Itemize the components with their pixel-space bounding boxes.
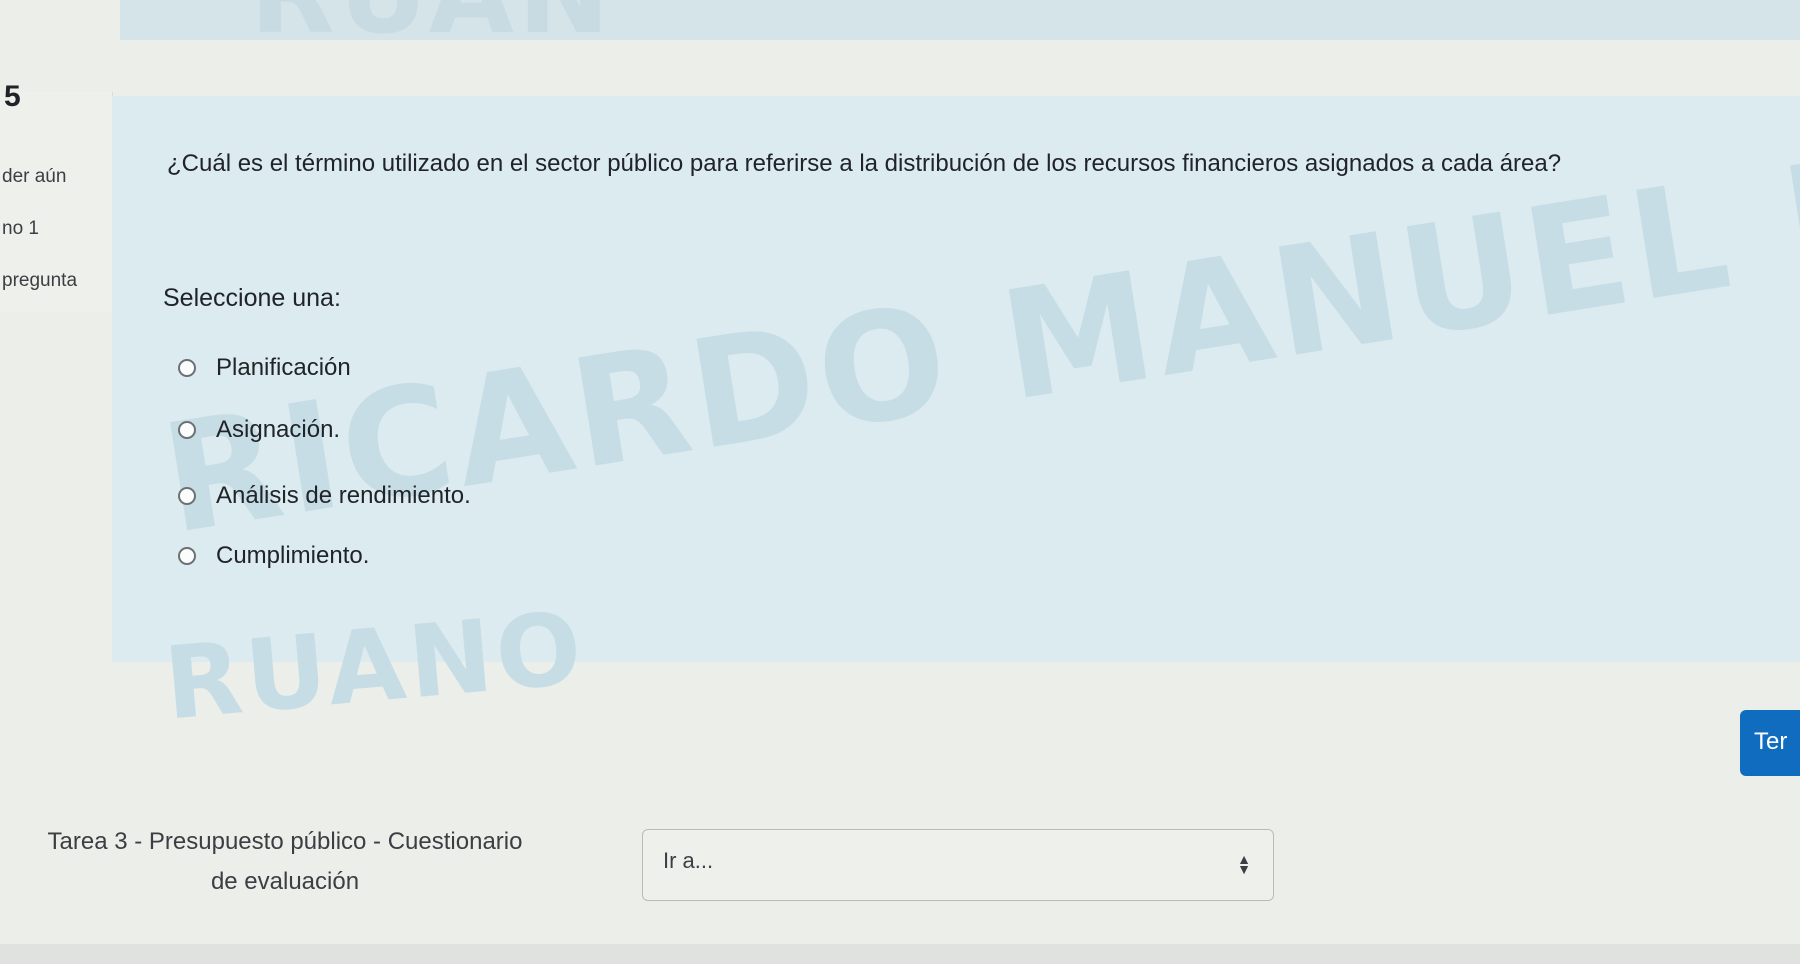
answer-option-analisis[interactable]: Análisis de rendimiento. <box>178 482 471 510</box>
answer-label[interactable]: Planificación <box>216 354 351 382</box>
flag-question-link[interactable]: pregunta <box>2 270 77 292</box>
previous-activity-line1[interactable]: Tarea 3 - Presupuesto público - Cuestion… <box>0 822 570 862</box>
question-mark: no 1 <box>2 218 39 239</box>
answer-option-asignacion[interactable]: Asignación. <box>178 416 340 444</box>
answer-prompt: Seleccione una: <box>163 284 341 312</box>
question-text: ¿Cuál es el término utilizado en el sect… <box>167 150 1562 177</box>
top-strip: RUAN <box>120 0 1800 58</box>
bottom-strip <box>0 944 1800 964</box>
question-state: der aún <box>2 166 67 187</box>
previous-activity-link[interactable]: Tarea 3 - Presupuesto público - Cuestion… <box>0 822 570 902</box>
radio-unchecked-icon[interactable] <box>178 547 196 565</box>
answer-label[interactable]: Cumplimiento. <box>216 542 369 570</box>
finish-attempt-button[interactable]: Ter <box>1740 710 1800 776</box>
answer-label[interactable]: Asignación. <box>216 416 340 444</box>
answer-label[interactable]: Análisis de rendimiento. <box>216 482 471 510</box>
jump-to-placeholder: Ir a... <box>663 848 714 873</box>
watermark-top: RUAN <box>250 0 614 58</box>
watermark-surname: RUANO <box>160 589 590 743</box>
previous-activity-line2[interactable]: de evaluación <box>0 862 570 902</box>
select-arrows-icon: ▲ ▼ <box>1237 851 1251 877</box>
question-formulation: RICARDO MANUEL IMBACUAN RUANO <box>112 0 1800 743</box>
question-number: 5 <box>4 80 21 113</box>
radio-unchecked-icon[interactable] <box>178 487 196 505</box>
answer-option-planificacion[interactable]: Planificación <box>178 354 351 382</box>
radio-unchecked-icon[interactable] <box>178 421 196 439</box>
jump-to-select[interactable]: Ir a... ▲ ▼ <box>642 829 1274 901</box>
answer-option-cumplimiento[interactable]: Cumplimiento. <box>178 542 369 570</box>
radio-unchecked-icon[interactable] <box>178 359 196 377</box>
